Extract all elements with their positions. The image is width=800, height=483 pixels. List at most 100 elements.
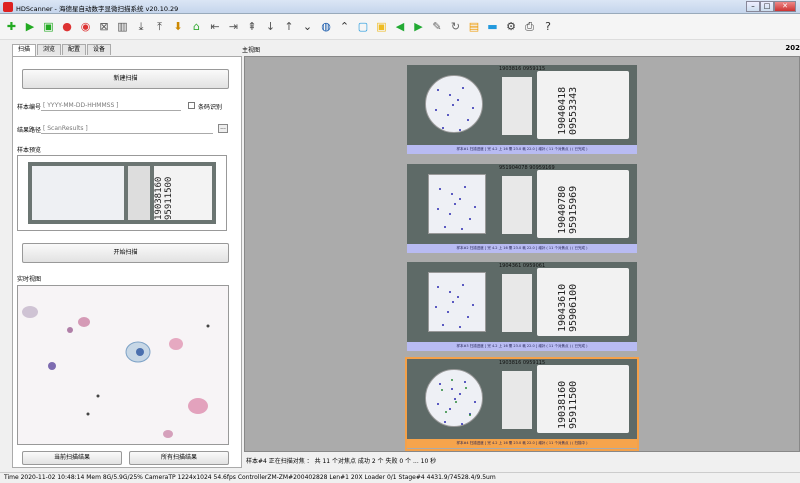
focus-yellow-icon[interactable]: ▣ <box>373 18 390 35</box>
left-panel: 新建扫描 样本编号 [ YYYY-MM-DD-HHMMSS ] 条码识别 结果路… <box>12 56 242 468</box>
focus-point <box>437 89 439 91</box>
tools-icon[interactable]: ✎ <box>429 18 446 35</box>
focus-point <box>469 218 471 220</box>
slide-barcode-text: 19040418 09553343 <box>557 86 579 135</box>
focus-point <box>439 383 441 385</box>
minimize-button[interactable]: – <box>746 1 760 12</box>
chevron-up-icon[interactable]: ⌃ <box>336 18 353 35</box>
settings-icon[interactable]: ⚙ <box>503 18 520 35</box>
toolbar: ✚ ▶ ▣ ● ◉ ⊠ ▥ ⤓ ⤒ ⬇ ⌂ ⇤ ⇥ ⇞ ↓ ↑ ⌄ ◍ ⌃ ▢ ▣ ◀ ▶ ✎ ↻ ▤ ▬ ⚙ ⎙? <box>0 14 800 40</box>
zoom-icon[interactable]: ⊠ <box>96 18 113 35</box>
realtime-view <box>17 285 229 445</box>
preview-label: 样本预览 <box>17 147 42 154</box>
tab-scan[interactable]: 扫描 <box>12 44 37 56</box>
focus-point <box>462 284 464 286</box>
slide-thumbnail[interactable]: 19040418 09553343 1903816 0959115 样本#1 扫描进… <box>407 65 637 155</box>
home-icon[interactable]: ⌂ <box>188 18 205 35</box>
back-icon[interactable]: ◀ <box>392 18 409 35</box>
left-tabs: 扫描 浏览 配置 设备 <box>12 44 112 56</box>
close-button[interactable]: ✕ <box>774 1 796 12</box>
slide-info-bar: 样本#3 扫描进度 [ 完 4.2 上 16 需 23.0 耗 22.0 ] 增… <box>407 342 637 351</box>
focus-success-point <box>465 387 467 389</box>
refresh-icon[interactable]: ↻ <box>447 18 464 35</box>
focus-point <box>452 301 454 303</box>
right-arrow-icon[interactable]: ⇥ <box>225 18 242 35</box>
slide-id: 951904078 90959169 <box>499 165 555 171</box>
slide-thumbnail[interactable]: 19038160 95911500 1903816 0959115 样本#4 扫描进… <box>405 357 639 451</box>
title-bar: HDScanner - 海德星自动数字显微扫描系统 v20.10.29 – □ … <box>0 0 800 14</box>
focus-point <box>472 107 474 109</box>
focus-point <box>454 203 456 205</box>
focus-point <box>459 129 461 131</box>
step-up-icon[interactable]: ↑ <box>281 18 298 35</box>
new-scan-button[interactable]: 新建扫描 <box>22 69 229 89</box>
window-controls: – □ ✕ <box>746 1 796 13</box>
focus-success-point <box>451 379 453 381</box>
focus-point <box>454 398 456 400</box>
window-title: HDScanner - 海德星自动数字显微扫描系统 v20.10.29 <box>16 5 179 13</box>
forward-icon[interactable]: ▶ <box>410 18 427 35</box>
main-view: 19040418 09553343 1903816 0959115 样本#1 扫描进… <box>244 56 800 452</box>
sample-id-input[interactable]: [ YYYY-MM-DD-HHMMSS ] <box>43 102 119 109</box>
tab-config[interactable]: 配置 <box>62 44 87 55</box>
step-down-icon[interactable]: ↓ <box>262 18 279 35</box>
stop-icon[interactable]: ● <box>59 18 76 35</box>
focus-point <box>451 193 453 195</box>
up-to-top-icon[interactable]: ⤒ <box>151 18 168 35</box>
status-bar: Time 2020-11-02 10:48:14 Mem 8G/5.9G/25%… <box>0 472 800 483</box>
focus-success-point <box>469 414 471 416</box>
focus-point <box>452 104 454 106</box>
down-arrow-icon[interactable]: ⬇ <box>170 18 187 35</box>
focus-point <box>467 119 469 121</box>
chevron-down-icon[interactable]: ⌄ <box>299 18 316 35</box>
focus-point <box>451 388 453 390</box>
printer-icon[interactable]: ⎙ <box>521 18 538 35</box>
tab-browse[interactable]: 浏览 <box>37 44 62 55</box>
slide-info-bar: 样本#2 扫描进度 [ 完 4.2 上 16 需 23.0 耗 22.0 ] 增… <box>407 244 637 253</box>
tab-device[interactable]: 设备 <box>87 44 112 55</box>
all-results-button[interactable]: 所有扫描结果 <box>129 451 229 465</box>
first-icon[interactable]: ⇞ <box>244 18 261 35</box>
help-icon[interactable]: ? <box>540 18 557 35</box>
focus-point <box>462 87 464 89</box>
preview-logo <box>128 166 150 220</box>
result-path-label: 结果路径 <box>17 127 42 134</box>
slide-logo <box>502 274 532 332</box>
focus-point <box>461 228 463 230</box>
play-icon[interactable]: ▶ <box>22 18 39 35</box>
down-to-bottom-icon[interactable]: ⤓ <box>133 18 150 35</box>
folder-icon[interactable]: ▬ <box>484 18 501 35</box>
focus-point <box>459 326 461 328</box>
focus-point <box>444 226 446 228</box>
scan-status: 样本#4 正在扫描对焦 ： 共 11 个对焦点 成功 2 个 失败 0 个 ..… <box>246 458 437 465</box>
layout-icon[interactable]: ▤ <box>466 18 483 35</box>
app-icon <box>3 2 13 12</box>
barcode-checkbox[interactable] <box>188 102 195 109</box>
left-arrow-icon[interactable]: ⇤ <box>207 18 224 35</box>
maximize-button[interactable]: □ <box>760 1 774 12</box>
slide-id: 1904361 0959061 <box>499 263 546 269</box>
focus-point <box>474 206 476 208</box>
preview-barcode: 19038160 95911500 <box>154 166 212 220</box>
start-scan-button[interactable]: 开始扫描 <box>22 243 229 263</box>
smear-area <box>428 272 486 332</box>
focus-point <box>449 213 451 215</box>
circle-icon[interactable]: ◍ <box>318 18 335 35</box>
focus-point <box>437 208 439 210</box>
image-icon[interactable]: ▣ <box>40 18 57 35</box>
main-view-label: 主视图 <box>242 47 261 54</box>
focus-point <box>442 324 444 326</box>
focus-point <box>474 401 476 403</box>
slide-thumbnail[interactable]: 19043610 95906100 1904361 0959061 样本#3 扫描进… <box>407 262 637 352</box>
realtime-label: 实时视图 <box>17 276 42 283</box>
browse-button[interactable]: ... <box>218 124 228 133</box>
result-path-input[interactable]: [ ScanResults ] <box>43 125 88 132</box>
record-icon[interactable]: ◉ <box>77 18 94 35</box>
current-result-button[interactable]: 当前扫描结果 <box>22 451 122 465</box>
focus-point <box>464 186 466 188</box>
slide-thumbnail[interactable]: 19040780 95915969 951904078 90959169 样本#2 … <box>407 164 637 254</box>
focus-point <box>459 393 461 395</box>
plus-icon[interactable]: ✚ <box>3 18 20 35</box>
barcode-icon[interactable]: ▥ <box>114 18 131 35</box>
focus-blue-icon[interactable]: ▢ <box>355 18 372 35</box>
